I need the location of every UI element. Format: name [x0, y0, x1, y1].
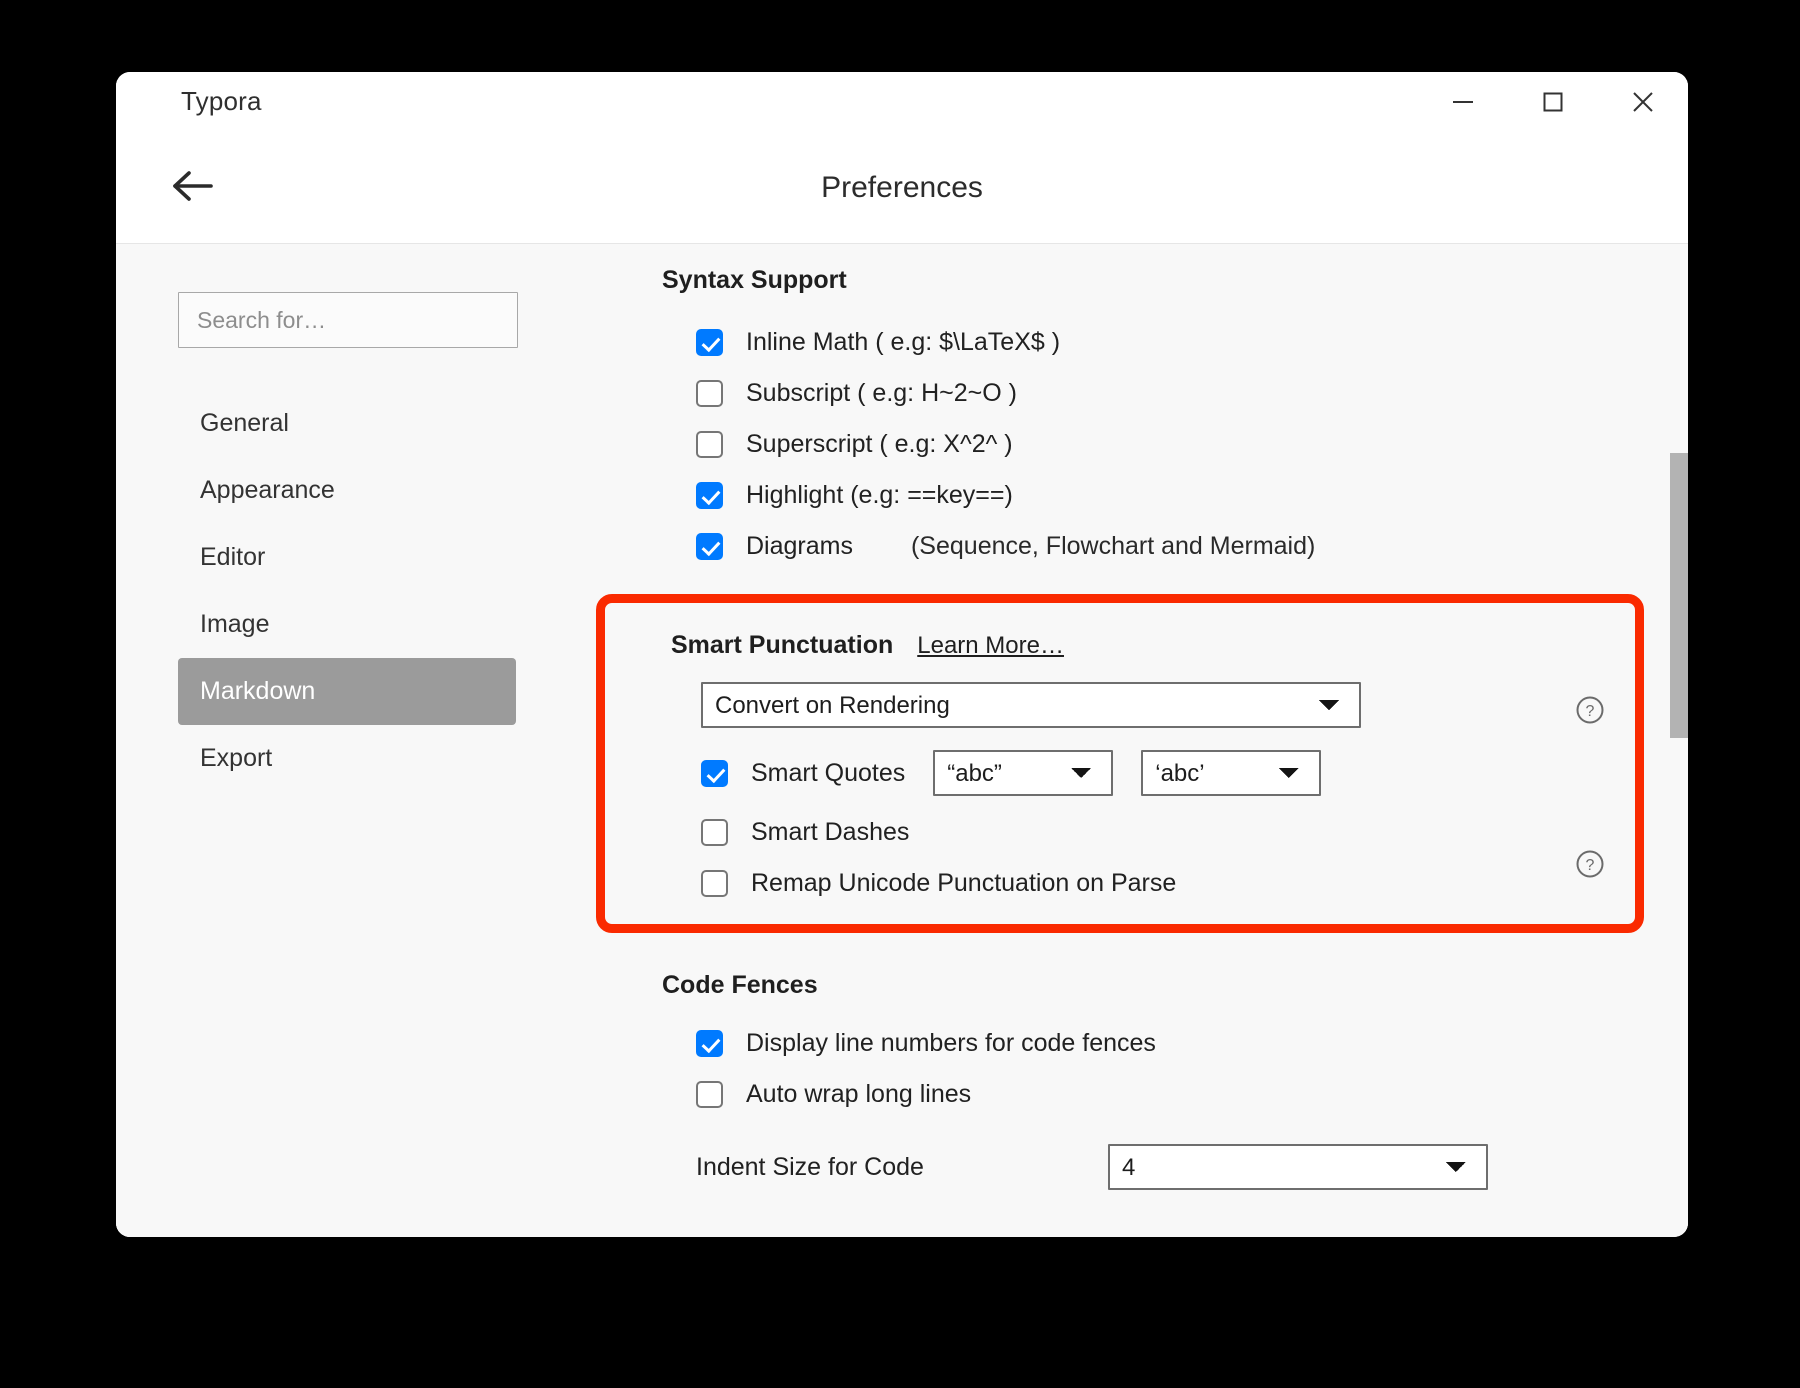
option-row-superscript[interactable]: Superscript ( e.g: X^2^ ) [696, 419, 1688, 470]
label-auto-wrap: Auto wrap long lines [746, 1080, 972, 1108]
page-title: Preferences [821, 170, 983, 204]
smart-punctuation-highlight: Smart Punctuation Learn More… Convert on… [596, 594, 1644, 933]
preferences-header: Preferences [116, 132, 1688, 244]
sidebar-item-markdown[interactable]: Markdown [178, 658, 516, 725]
close-icon [1629, 88, 1657, 116]
sidebar: General Appearance Editor Image Markdown… [116, 244, 578, 1237]
maximize-icon [1540, 89, 1566, 115]
label-highlight: Highlight (e.g: ==key==) [746, 481, 1013, 509]
note-diagrams: (Sequence, Flowchart and Mermaid) [910, 532, 1316, 560]
label-remap-unicode: Remap Unicode Punctuation on Parse [751, 869, 1177, 897]
code-fences-title: Code Fences [662, 971, 818, 999]
title-bar: Typora [116, 72, 1688, 132]
preferences-window: Typora Preferences Search for… General A… [116, 72, 1688, 1237]
option-row-remap-unicode[interactable]: Remap Unicode Punctuation on Parse [701, 869, 1635, 898]
checkbox-highlight[interactable] [696, 482, 723, 509]
search-wrapper [116, 292, 578, 348]
option-row-auto-wrap[interactable]: Auto wrap long lines [696, 1069, 1688, 1120]
option-row-highlight[interactable]: Highlight (e.g: ==key==) [696, 470, 1688, 521]
label-subscript: Subscript ( e.g: H~2~O ) [746, 379, 1017, 407]
label-inline-math: Inline Math ( e.g: $\LaTeX$ ) [746, 328, 1061, 356]
double-quote-style-select[interactable]: “abc” [933, 750, 1114, 796]
app-title: Typora [181, 86, 262, 116]
close-button[interactable] [1598, 72, 1688, 132]
label-superscript: Superscript ( e.g: X^2^ ) [746, 430, 1013, 458]
sidebar-item-appearance[interactable]: Appearance [178, 457, 516, 524]
checkbox-display-line-numbers[interactable] [696, 1030, 723, 1057]
label-smart-quotes: Smart Quotes [751, 758, 906, 787]
option-row-inline-math[interactable]: Inline Math ( e.g: $\LaTeX$ ) [696, 317, 1688, 368]
back-button[interactable] [166, 161, 220, 215]
maximize-button[interactable] [1508, 72, 1598, 132]
smart-punctuation-header: Smart Punctuation Learn More… [671, 631, 1635, 660]
sidebar-nav: General Appearance Editor Image Markdown… [116, 390, 578, 792]
settings-panel: Syntax Support Inline Math ( e.g: $\LaTe… [578, 244, 1688, 1237]
smart-punctuation-mode-select[interactable]: Convert on Rendering [701, 682, 1361, 728]
checkbox-remap-unicode[interactable] [701, 870, 728, 897]
checkbox-superscript[interactable] [696, 431, 723, 458]
label-indent-size: Indent Size for Code [696, 1152, 924, 1181]
checkbox-subscript[interactable] [696, 380, 723, 407]
option-row-display-line-numbers[interactable]: Display line numbers for code fences [696, 1018, 1688, 1069]
indent-size-row: Indent Size for Code 4 [696, 1144, 1688, 1190]
window-controls [1418, 72, 1688, 132]
question-circle-icon-mode[interactable]: ? [1575, 695, 1605, 725]
option-row-diagrams[interactable]: Diagrams (Sequence, Flowchart and Mermai… [696, 521, 1688, 572]
syntax-support-title: Syntax Support [662, 266, 847, 294]
sidebar-item-image[interactable]: Image [178, 591, 516, 658]
checkbox-smart-dashes[interactable] [701, 819, 728, 846]
smart-punctuation-title: Smart Punctuation [671, 631, 894, 659]
single-quote-style-select[interactable]: ‘abc’ [1141, 750, 1322, 796]
sidebar-item-editor[interactable]: Editor [178, 524, 516, 591]
sidebar-item-general[interactable]: General [178, 390, 516, 457]
label-display-line-numbers: Display line numbers for code fences [746, 1029, 1156, 1057]
minimize-icon [1450, 89, 1476, 115]
indent-size-select[interactable]: 4 [1108, 1144, 1488, 1190]
checkbox-diagrams[interactable] [696, 533, 723, 560]
checkbox-smart-quotes[interactable] [701, 759, 728, 787]
arrow-left-icon [171, 169, 215, 206]
search-input[interactable] [178, 292, 518, 348]
svg-text:?: ? [1586, 703, 1595, 720]
question-circle-icon-remap[interactable]: ? [1575, 849, 1605, 879]
screen: Typora Preferences Search for… General A… [0, 0, 1800, 1388]
checkbox-auto-wrap[interactable] [696, 1081, 723, 1108]
checkbox-inline-math[interactable] [696, 329, 723, 356]
learn-more-link[interactable]: Learn More… [917, 632, 1064, 660]
smart-punctuation-mode-row: Convert on Rendering [701, 682, 1635, 728]
label-diagrams: Diagrams [746, 532, 853, 560]
option-row-smart-dashes[interactable]: Smart Dashes [701, 818, 1635, 847]
scrollbar-thumb[interactable] [1670, 453, 1688, 738]
option-row-subscript[interactable]: Subscript ( e.g: H~2~O ) [696, 368, 1688, 419]
option-row-smart-quotes[interactable]: Smart Quotes “abc” ‘abc’ [701, 750, 1635, 796]
label-smart-dashes: Smart Dashes [751, 818, 910, 846]
sidebar-item-export[interactable]: Export [178, 725, 516, 792]
scrollbar-track[interactable] [1670, 244, 1688, 1237]
minimize-button[interactable] [1418, 72, 1508, 132]
svg-text:?: ? [1586, 857, 1595, 874]
preferences-body: General Appearance Editor Image Markdown… [116, 244, 1688, 1237]
